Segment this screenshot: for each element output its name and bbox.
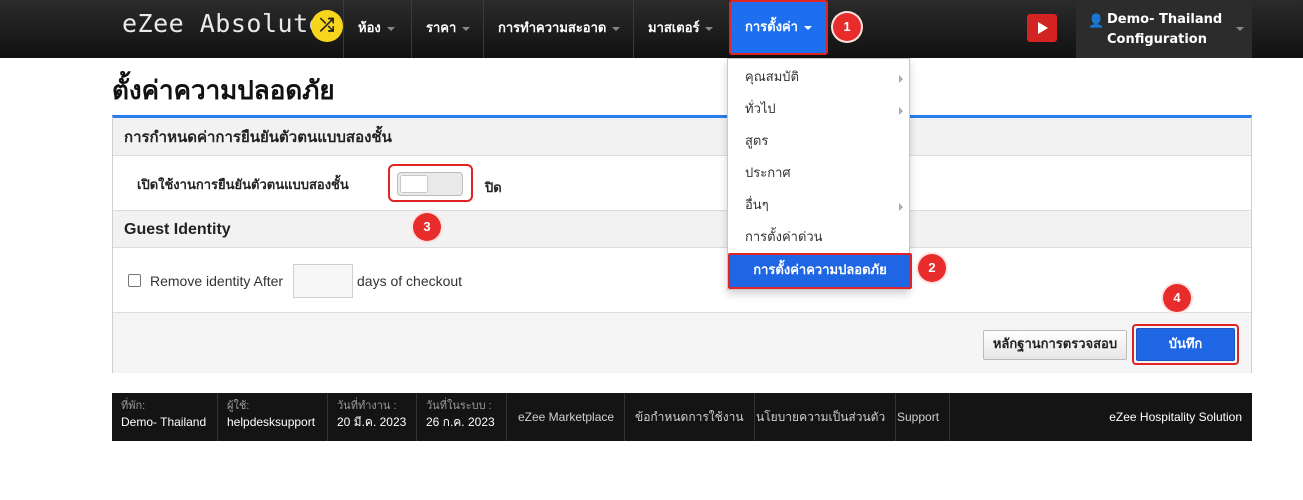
nav-masters-label: มาสเตอร์ [648,21,700,36]
footer-link-privacy[interactable]: นโยบายความเป็นส่วนตัว [746,393,897,441]
nav-rooms-label: ห้อง [358,21,381,36]
chevron-down-icon [386,26,395,31]
user-icon: 👤 [1088,14,1105,29]
chevron-down-icon [1236,27,1244,31]
security-settings-panel: การกำหนดค่าการยืนยันตัวตนแบบสองชั้น เปิด… [112,115,1252,373]
chevron-right-icon [899,75,903,83]
remove-identity-checkbox[interactable] [128,274,141,287]
footer-workdate-value: 20 มี.ค. 2023 [337,415,407,429]
menu-item-label: สูตร [745,134,769,149]
user-menu[interactable]: 👤 Demo- Thailand Configuration [1076,0,1252,58]
chevron-down-icon [803,25,812,30]
menu-item-label: อื่นๆ [745,198,769,213]
app-brand[interactable]: eZee Absolute [122,9,324,38]
settings-dropdown: คุณสมบัติ ทั่วไป สูตร ประกาศ อื่นๆ การตั… [727,58,912,290]
step-marker-2: 2 [918,254,946,282]
days-suffix: days of checkout [357,273,463,289]
nav-masters[interactable]: มาสเตอร์ [633,0,727,58]
menu-item-label: คุณสมบัติ [745,70,799,85]
footer-user: ผู้ใช้: helpdesksupport [218,393,328,441]
chevron-down-icon [462,26,471,31]
chevron-down-icon [705,26,714,31]
audit-trail-button[interactable]: หลักฐานการตรวจสอบ [983,330,1127,360]
nav-rates-label: ราคา [426,21,457,36]
menu-item-quick-settings[interactable]: การตั้งค่าด่วน [728,222,909,254]
menu-item-formula[interactable]: สูตร [728,126,909,158]
guest-identity-section-header: Guest Identity [113,210,1251,248]
footer-workdate: วันที่ทำงาน : 20 มี.ค. 2023 [328,393,417,441]
footer-link-support[interactable]: Support [887,393,951,441]
nav-housekeeping-label: การทำความสะอาด [498,21,607,36]
user-property: Demo- Thailand [1107,12,1223,27]
step-marker-1: 1 [833,13,861,41]
menu-item-label: ประกาศ [745,166,791,181]
footer-link-marketplace[interactable]: eZee Marketplace [508,393,626,441]
panel-footer: หลักฐานการตรวจสอบ บันทึก [113,312,1251,373]
footer-property-value: Demo- Thailand [121,415,207,429]
nav-rates[interactable]: ราคา [411,0,484,58]
footer-sysdate-label: วันที่ในระบบ : [426,400,492,412]
chevron-right-icon [899,107,903,115]
menu-item-label: ทั่วไป [745,102,776,117]
footer-user-label: ผู้ใช้: [227,400,250,412]
footer-workdate-label: วันที่ทำงาน : [337,400,397,412]
youtube-icon[interactable] [1027,14,1057,42]
menu-item-label: การตั้งค่าด่วน [745,230,823,245]
status-footer: ที่พัก: Demo- Thailand ผู้ใช้: helpdesks… [112,393,1252,441]
two-factor-section-header: การกำหนดค่าการยืนยันตัวตนแบบสองชั้น [113,118,1251,156]
footer-user-value: helpdesksupport [227,415,316,429]
two-factor-toggle[interactable] [397,172,463,196]
footer-brand: eZee Hospitality Solution [1109,410,1242,424]
footer-sysdate: วันที่ในระบบ : 26 ก.ค. 2023 [417,393,507,441]
days-input[interactable] [293,264,353,298]
nav-rooms[interactable]: ห้อง [343,0,409,58]
nav-settings-label: การตั้งค่า [745,20,798,35]
toggle-knob [400,175,428,193]
chevron-right-icon [899,203,903,211]
chevron-down-icon [612,26,621,31]
footer-sysdate-value: 26 ก.ค. 2023 [426,415,495,429]
nav-housekeeping[interactable]: การทำความสะอาด [483,0,634,58]
step-marker-4: 4 [1163,284,1191,312]
footer-property-label: ที่พัก: [121,400,146,412]
menu-item-general[interactable]: ทั่วไป [728,94,909,126]
step-marker-3: 3 [413,213,441,241]
user-name: Demo- Thailand Configuration [1107,10,1237,50]
footer-property: ที่พัก: Demo- Thailand [112,393,218,441]
footer-link-terms[interactable]: ข้อกำหนดการใช้งาน [625,393,755,441]
save-button[interactable]: บันทึก [1136,328,1235,361]
user-context: Configuration [1107,32,1207,47]
nav-settings[interactable]: การตั้งค่า [729,0,828,55]
top-navbar: eZee Absolute ⤮ ห้อง ราคา การทำความสะอาด… [0,0,1303,58]
menu-item-features[interactable]: คุณสมบัติ [728,62,909,94]
menu-item-security-settings[interactable]: การตั้งค่าความปลอดภัย [728,253,912,289]
page-title: ตั้งค่าความปลอดภัย [112,76,335,106]
shuffle-icon[interactable]: ⤮ [311,10,343,42]
two-factor-state: ปิด [485,181,502,196]
remove-identity-label: Remove identity After [150,273,284,289]
menu-item-other[interactable]: อื่นๆ [728,190,909,222]
menu-item-announcement[interactable]: ประกาศ [728,158,909,190]
two-factor-label: เปิดใช้งานการยืนยันตัวตนแบบสองชั้น [137,178,349,193]
